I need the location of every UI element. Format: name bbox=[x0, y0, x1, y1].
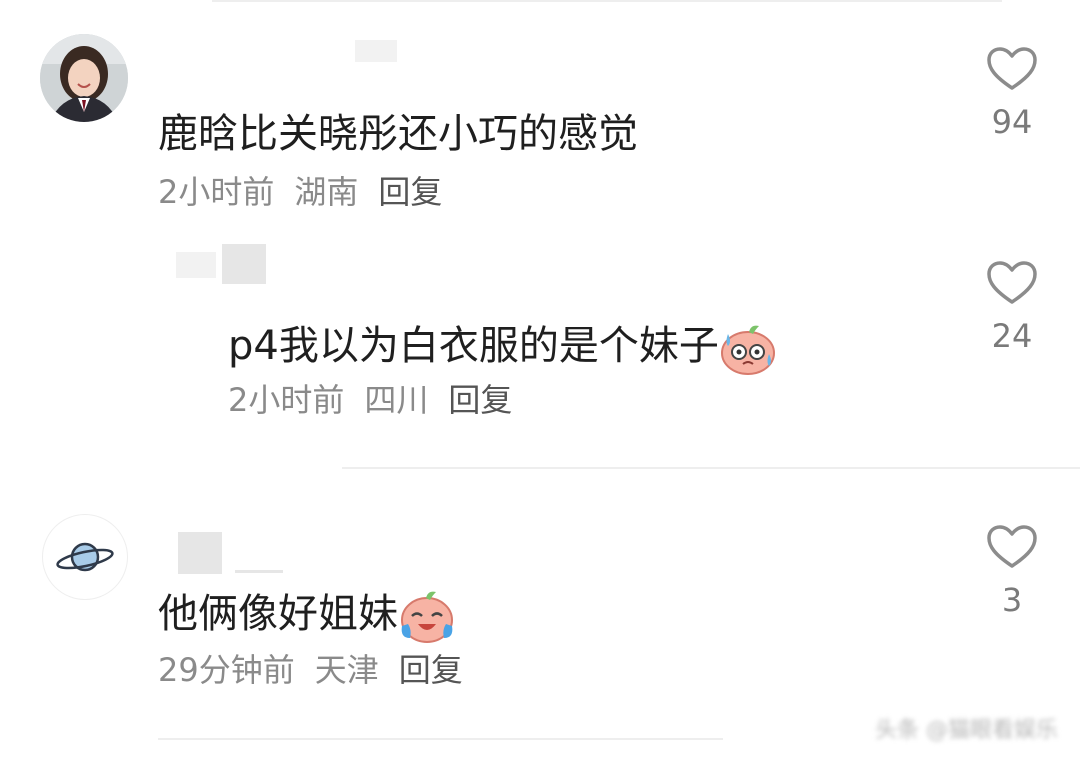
heart-outline-icon[interactable] bbox=[986, 524, 1038, 570]
like-control[interactable]: 94 bbox=[982, 46, 1042, 140]
like-control[interactable]: 24 bbox=[982, 260, 1042, 354]
comment-text: 鹿晗比关晓彤还小巧的感觉 bbox=[158, 111, 638, 157]
like-count: 94 bbox=[991, 103, 1033, 141]
watermark: 头条 @猫眼看娱乐 bbox=[875, 718, 1058, 743]
avatar-photo-icon bbox=[40, 34, 128, 122]
bottom-divider bbox=[158, 738, 723, 740]
reply-meta: 2小时前 四川 回复 bbox=[228, 380, 512, 420]
comment-text-content: 他俩像好姐妹 bbox=[158, 591, 398, 637]
comment-location: 湖南 bbox=[294, 173, 359, 211]
top-divider bbox=[212, 0, 1002, 2]
like-count: 24 bbox=[991, 317, 1033, 355]
comment-time: 2小时前 bbox=[158, 173, 275, 211]
comment-meta: 2小时前 湖南 回复 bbox=[158, 172, 442, 212]
crying-laugh-emoji bbox=[401, 591, 453, 643]
masked-username bbox=[355, 40, 397, 62]
reply-button[interactable]: 回复 bbox=[448, 381, 512, 419]
user-avatar-1[interactable] bbox=[40, 34, 128, 122]
nervous-sweat-emoji bbox=[720, 325, 775, 375]
reply-button[interactable]: 回复 bbox=[378, 173, 442, 211]
comment-time: 29分钟前 bbox=[158, 651, 295, 689]
masked-username bbox=[222, 244, 266, 284]
comment-text: 他俩像好姐妹 bbox=[158, 588, 456, 644]
like-count: 3 bbox=[1001, 581, 1023, 619]
user-avatar-2[interactable] bbox=[42, 514, 128, 600]
comment-meta: 29分钟前 天津 回复 bbox=[158, 650, 463, 690]
like-control[interactable]: 3 bbox=[982, 524, 1042, 618]
comment-divider bbox=[342, 467, 1080, 469]
masked-reply-avatar bbox=[176, 252, 216, 278]
masked-username bbox=[178, 532, 222, 574]
planet-icon bbox=[56, 542, 114, 572]
reply-location: 四川 bbox=[364, 381, 429, 419]
reply-text: p4我以为白衣服的是个妹子 bbox=[228, 320, 777, 376]
reply-button[interactable]: 回复 bbox=[399, 651, 463, 689]
heart-outline-icon[interactable] bbox=[986, 260, 1038, 306]
comment-location: 天津 bbox=[314, 651, 379, 689]
masked-username-line bbox=[235, 570, 283, 573]
reply-time: 2小时前 bbox=[228, 381, 345, 419]
reply-text-content: p4我以为白衣服的是个妹子 bbox=[228, 323, 719, 369]
heart-outline-icon[interactable] bbox=[986, 46, 1038, 92]
